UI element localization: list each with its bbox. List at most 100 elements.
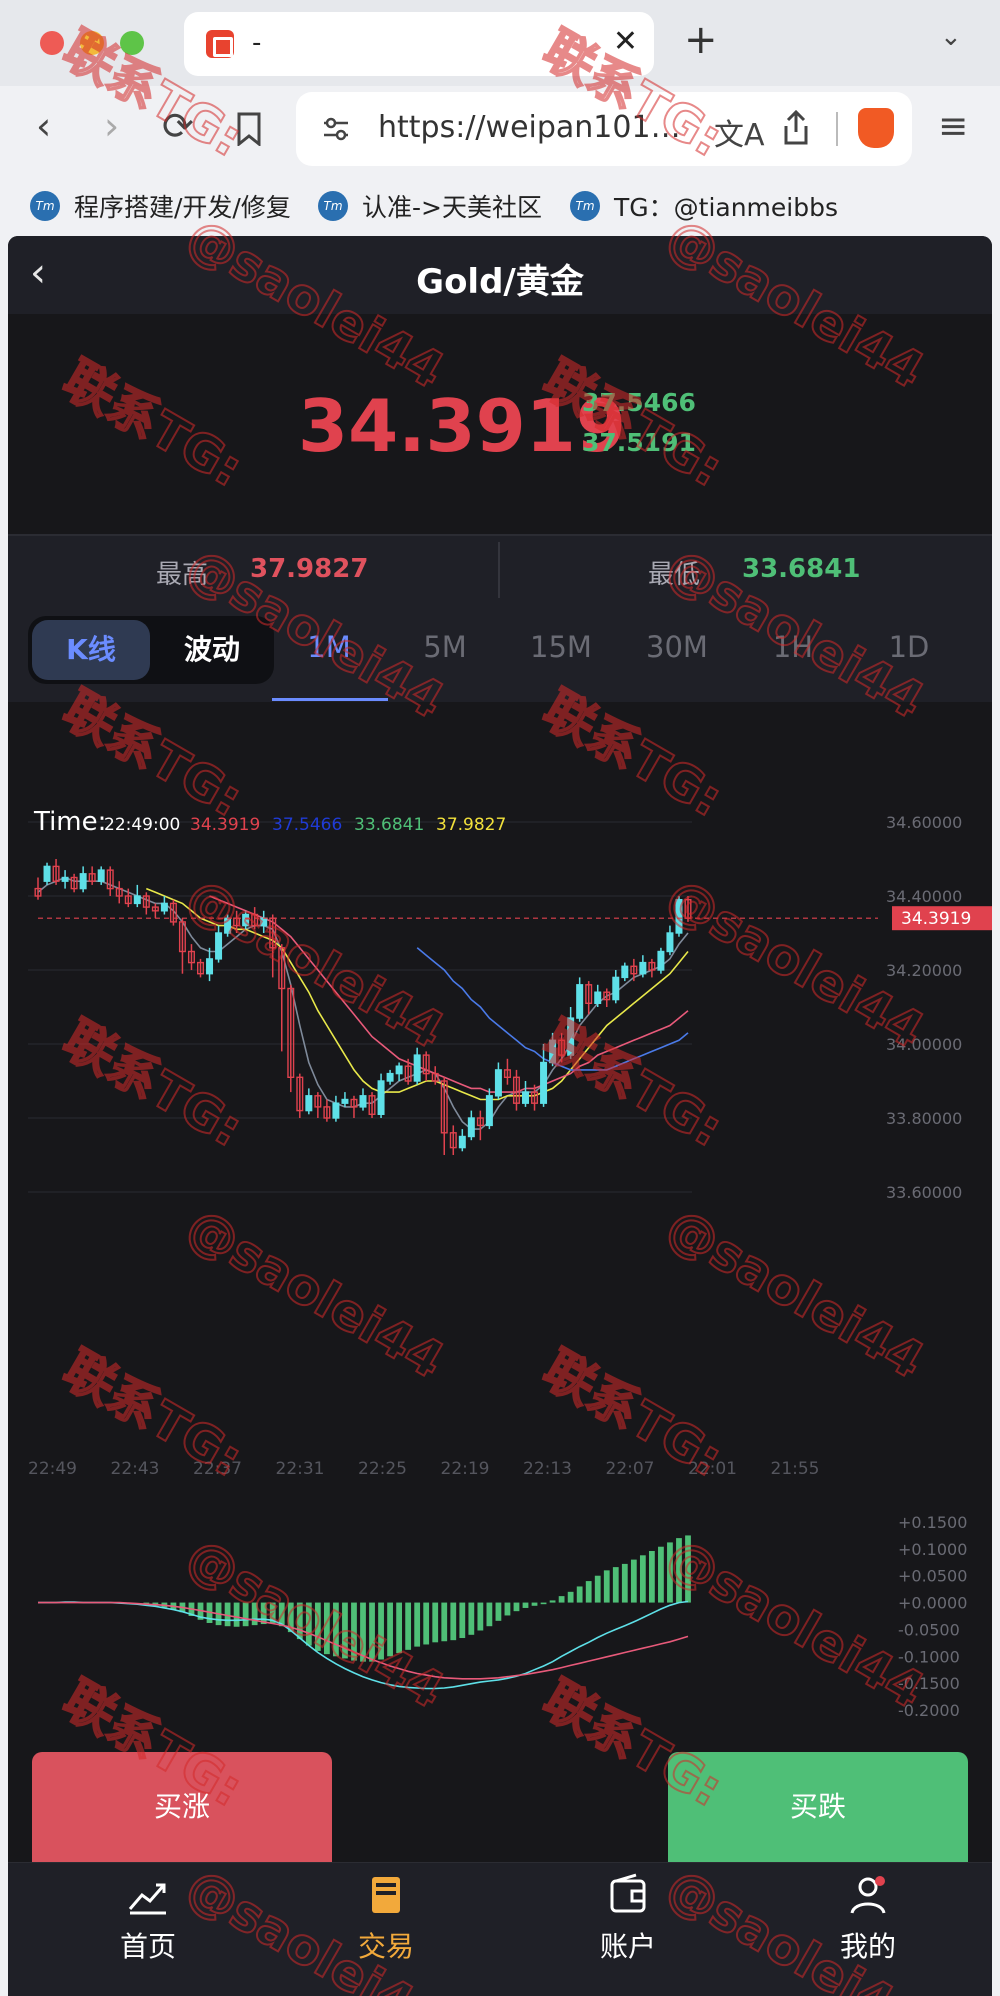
nav-item-home[interactable]: 首页: [68, 1873, 228, 1965]
y-tick-label: 34.60000: [886, 813, 962, 832]
nav-item-trade[interactable]: 交易: [306, 1873, 466, 1965]
page-title: Gold/黄金: [416, 262, 584, 302]
chart-trend-icon: [128, 1883, 166, 1915]
macd-histogram-bar: [676, 1538, 682, 1603]
macd-histogram-bar: [305, 1602, 312, 1646]
x-tick-label: 22:13: [523, 1459, 572, 1479]
site-settings-icon[interactable]: [322, 116, 350, 142]
candle-body: [612, 976, 620, 1001]
brave-shield-icon[interactable]: [858, 108, 894, 148]
x-tick-label: 22:37: [193, 1459, 242, 1479]
macd-histogram-bar: [540, 1602, 547, 1605]
browser-tab[interactable]: - ✕: [184, 12, 654, 76]
high-low-bar: 最高 37.9827 最低 33.6841: [8, 536, 992, 602]
x-tick-label: 22:31: [276, 1459, 325, 1479]
kline-chart[interactable]: 34.60000 34.40000 34.20000 34.00000 33.80000…: [8, 702, 992, 1726]
x-tick-label: 21:55: [771, 1459, 820, 1479]
address-bar[interactable]: https://weipan101.tim... 文A: [296, 92, 912, 166]
window-close-button[interactable]: [40, 31, 64, 55]
trade-icon: [372, 1877, 400, 1913]
period-tab-5m[interactable]: 5M: [390, 630, 500, 664]
nav-item-mine[interactable]: 我的: [788, 1873, 948, 1965]
candle-body: [395, 1065, 403, 1075]
macd-y-tick-label: -0.0500: [898, 1620, 960, 1639]
candle-body: [467, 1117, 475, 1138]
bookmark-item[interactable]: Tm 程序搭建/开发/修复: [30, 186, 291, 226]
period-tab-1d[interactable]: 1D: [854, 630, 964, 664]
y-tick-label: 34.40000: [886, 887, 962, 906]
macd-histogram-bar: [378, 1602, 384, 1660]
browser-menu-button[interactable]: ≡: [938, 106, 968, 147]
macd-histogram-bar: [495, 1602, 502, 1621]
bookmark-item[interactable]: Tm 认准->天美社区: [318, 186, 542, 226]
macd-histogram-bar: [369, 1602, 375, 1662]
kline-chart-area[interactable]: 34.60000 34.40000 34.20000 34.00000 33.80000…: [8, 702, 992, 1726]
bookmark-icon[interactable]: [236, 112, 262, 146]
tab-list-chevron-icon[interactable]: ⌄: [940, 22, 962, 52]
reload-button[interactable]: ⟳: [162, 104, 194, 148]
period-tab-1m[interactable]: 1M: [274, 630, 384, 664]
candle-body: [567, 1017, 575, 1056]
buy-up-button[interactable]: 买涨: [32, 1752, 332, 1862]
bookmark-item[interactable]: Tm TG：@tianmeibbs: [570, 186, 838, 226]
tab-wave[interactable]: 波动: [154, 620, 270, 680]
buy-down-button[interactable]: 买跌: [668, 1752, 968, 1862]
bookmark-label: TG：@tianmeibbs: [614, 193, 838, 222]
candle-body: [61, 876, 69, 882]
period-tab-1h[interactable]: 1H: [738, 630, 848, 664]
translate-icon[interactable]: 文A: [714, 110, 765, 154]
low-label: 最低: [648, 560, 701, 590]
bookmark-site-icon: Tm: [570, 191, 600, 221]
macd-histogram-bar: [531, 1602, 538, 1606]
tab-title: -: [252, 28, 262, 58]
price-panel: 34.3919 37.5466 37.5191: [8, 314, 992, 536]
macd-histogram-bar: [594, 1575, 601, 1603]
macd-histogram-bar: [603, 1570, 610, 1603]
macd-y-tick-label: -0.1000: [898, 1647, 960, 1666]
macd-histogram-bar: [405, 1602, 412, 1650]
candle-body: [458, 1135, 466, 1149]
macd-histogram-bar: [576, 1586, 583, 1603]
chart-time-value: 22:49:00: [104, 815, 180, 835]
period-tab-15m[interactable]: 15M: [506, 630, 616, 664]
x-tick-label: 22:07: [606, 1459, 655, 1479]
macd-y-tick-label: +0.1000: [898, 1540, 967, 1559]
macd-histogram-bar: [296, 1602, 303, 1640]
macd-histogram-bar: [585, 1581, 592, 1603]
candle-body: [540, 1061, 548, 1104]
app-screen: ‹ Gold/黄金 34.3919 37.5466 37.5191 最高 37.…: [8, 236, 992, 1996]
candle-body: [341, 1098, 349, 1104]
macd-histogram-bar: [522, 1602, 529, 1608]
candle-body: [549, 1039, 557, 1064]
back-button[interactable]: ‹: [36, 104, 51, 148]
high-value: 37.9827: [250, 554, 369, 584]
macd-histogram-bar: [667, 1542, 673, 1603]
new-tab-button[interactable]: +: [684, 18, 718, 62]
forward-button[interactable]: ›: [104, 104, 119, 148]
candle-body: [413, 1054, 421, 1082]
macd-histogram-bar: [314, 1602, 321, 1651]
macd-histogram-bar: [441, 1602, 448, 1642]
window-minimize-button[interactable]: [80, 31, 104, 55]
tab-close-icon[interactable]: ✕: [613, 24, 638, 59]
current-price: 34.3919: [298, 384, 626, 468]
candle-body: [242, 913, 250, 927]
macd-histogram-bar: [423, 1602, 430, 1645]
candle-body: [494, 1069, 502, 1097]
url-text[interactable]: https://weipan101.tim...: [378, 110, 688, 145]
site-favicon-icon: [206, 30, 234, 58]
chart-mode-toggle: K线 波动: [28, 616, 274, 684]
candle-body: [206, 958, 214, 975]
candle-body: [675, 898, 683, 934]
app-header: ‹ Gold/黄金: [8, 236, 992, 314]
macd-y-tick-label: -0.1500: [898, 1674, 960, 1693]
tab-kline[interactable]: K线: [32, 620, 150, 680]
macd-histogram-bar: [630, 1559, 637, 1603]
share-icon[interactable]: [782, 110, 810, 146]
nav-item-account[interactable]: 账户: [548, 1873, 708, 1965]
macd-histogram-bar: [567, 1591, 574, 1603]
period-tab-30m[interactable]: 30M: [622, 630, 732, 664]
candle-body: [79, 873, 87, 890]
macd-y-tick-label: +0.1500: [898, 1513, 967, 1532]
window-maximize-button[interactable]: [120, 31, 144, 55]
